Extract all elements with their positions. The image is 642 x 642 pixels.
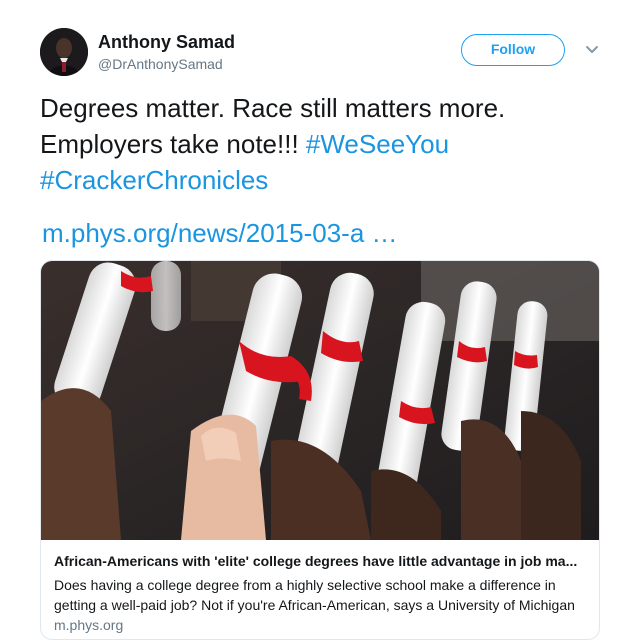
avatar[interactable] <box>40 28 88 76</box>
card-image[interactable] <box>41 261 599 540</box>
card-description: Does having a college degree from a high… <box>54 577 575 613</box>
card-title[interactable]: African-Americans with 'elite' college d… <box>54 553 588 569</box>
author-name[interactable]: Anthony Samad <box>98 32 235 53</box>
hashtag-weseeyou[interactable]: #WeSeeYou <box>306 129 449 159</box>
card-domain: m.phys.org <box>54 617 124 633</box>
tweet-header: Anthony Samad @DrAnthonySamad Follow <box>40 28 610 80</box>
link-card[interactable]: African-Americans with 'elite' college d… <box>40 260 600 640</box>
hashtag-crackerchronicles[interactable]: #CrackerChronicles <box>40 165 268 195</box>
follow-button[interactable]: Follow <box>461 34 565 66</box>
tweet-text: Degrees matter. Race still matters more.… <box>40 90 600 198</box>
chevron-down-icon[interactable] <box>584 44 600 56</box>
author-handle[interactable]: @DrAnthonySamad <box>98 56 223 72</box>
tweet-link[interactable]: m.phys.org/news/2015-03-a … <box>42 218 398 249</box>
